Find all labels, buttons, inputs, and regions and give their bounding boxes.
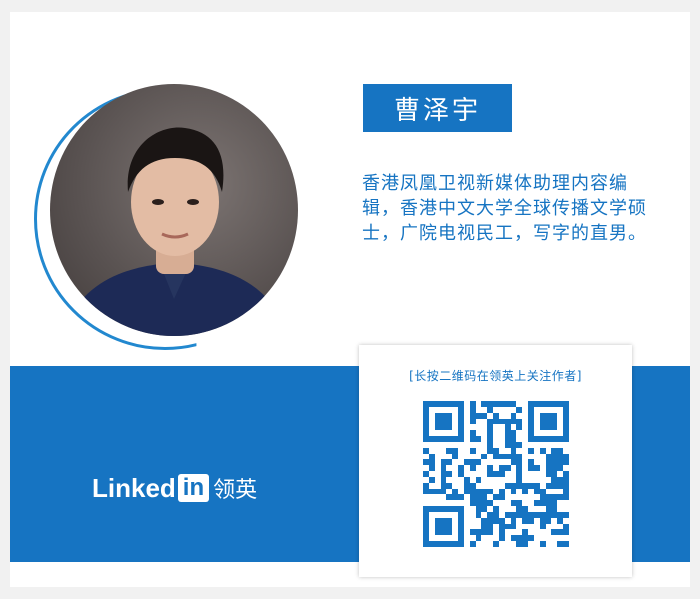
linkedin-logo: Linked in 领英 (92, 472, 257, 504)
avatar (50, 84, 298, 336)
qr-module (563, 541, 569, 547)
qr-card: [长按二维码在领英上关注作者] (359, 345, 632, 577)
logo-chinese-text: 领英 (213, 478, 258, 503)
profile-name: 曹泽宇 (393, 95, 481, 126)
profile-bio: 香港凤凰卫视新媒体助理内容编辑，香港中文大学全球传播文学硕士，广院电视民工，写字… (362, 173, 647, 244)
person-photo-icon (60, 127, 290, 336)
qr-code[interactable] (423, 401, 569, 547)
logo-in-badge: in (177, 474, 210, 502)
qr-caption: [长按二维码在领英上关注作者] (409, 369, 582, 383)
logo-linked-text: Linked (92, 472, 176, 503)
name-badge: 曹泽宇 (363, 84, 512, 132)
